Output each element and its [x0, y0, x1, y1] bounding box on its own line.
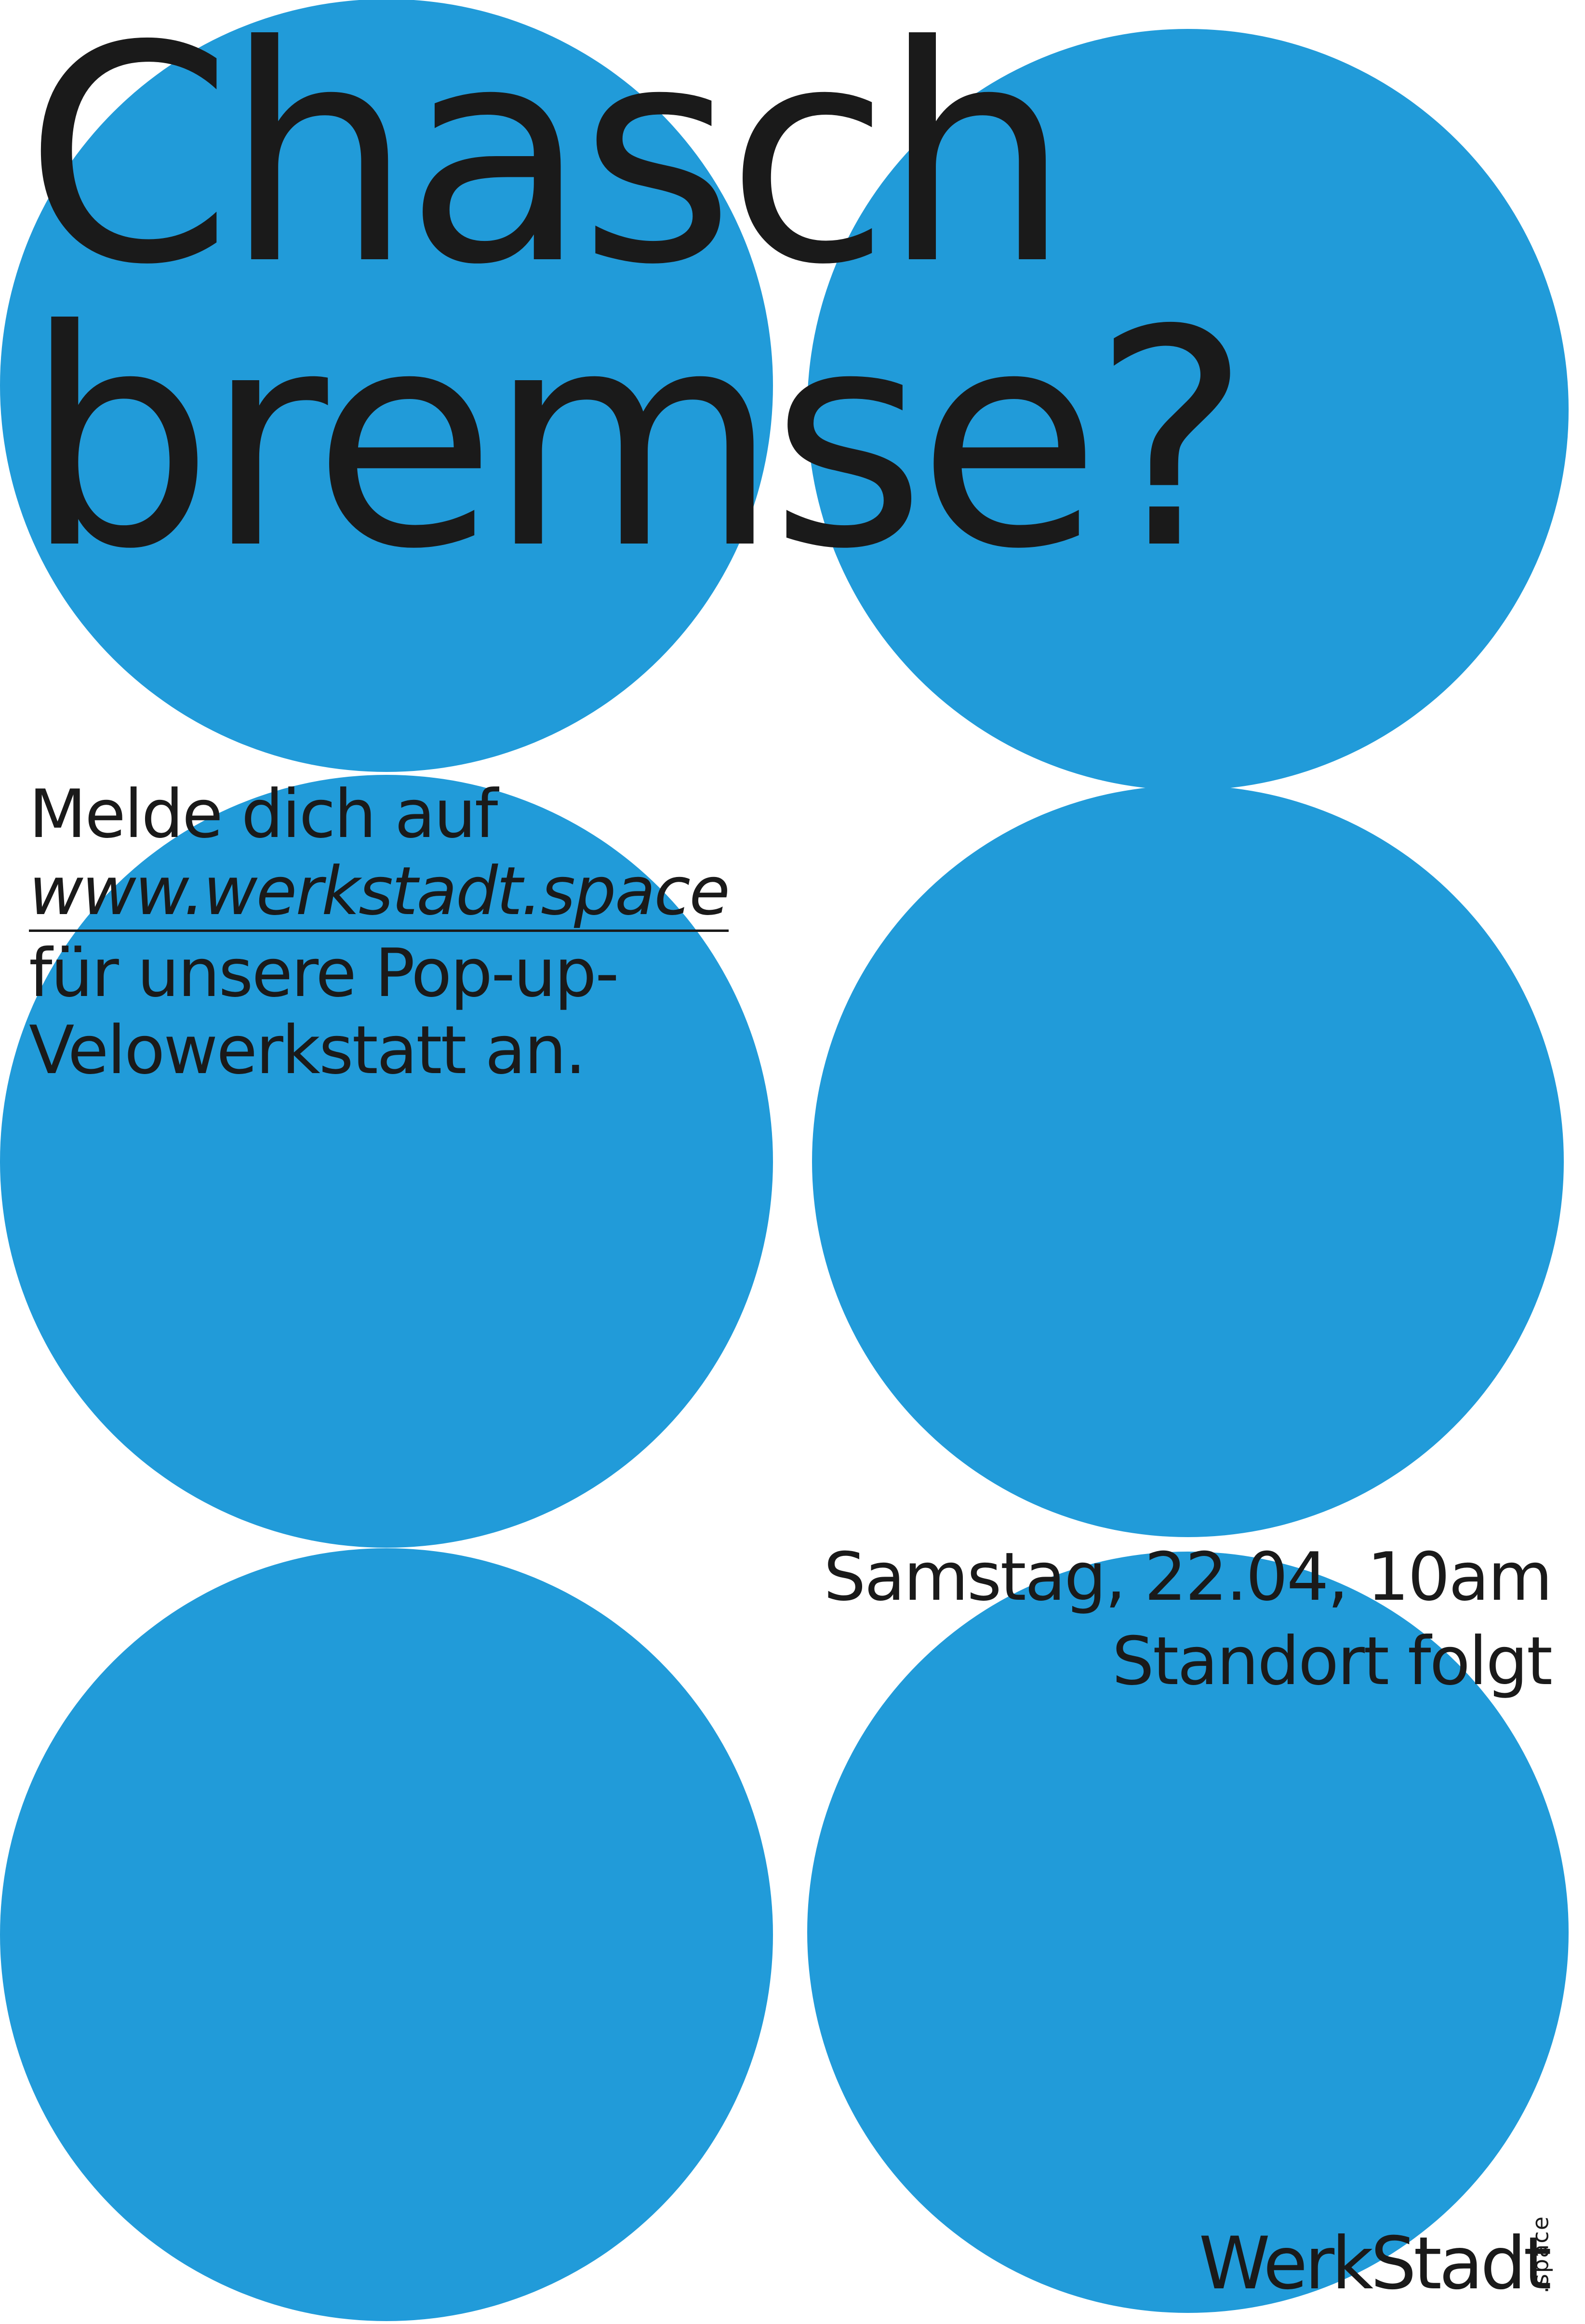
logo-wordmark: WerkStadt	[1199, 2222, 1552, 2306]
werkstadt-logo: .space WerkStadt	[1199, 2098, 1554, 2300]
event-location: Standort folgt	[1112, 1622, 1553, 1700]
circle-middle-right	[812, 785, 1564, 1537]
headline-line-2: bremse?	[24, 267, 1251, 614]
signup-line-1: Melde dich auf	[29, 775, 498, 853]
event-details: Samstag, 22.04, 10am Standort folgt	[824, 1535, 1553, 1703]
poster: Chasch bremse? Melde dich auf www.werkst…	[0, 0, 1585, 2324]
circle-bottom-left	[0, 1548, 773, 2321]
signup-line-4: Velowerkstatt an.	[29, 1011, 586, 1089]
headline-line-1: Chasch	[24, 0, 1071, 330]
signup-line-3: für unsere Pop-up-	[29, 934, 619, 1012]
event-date: Samstag, 22.04, 10am	[824, 1538, 1553, 1616]
signup-text: Melde dich auf www.werkstadt.space für u…	[29, 775, 730, 1089]
website-link[interactable]: www.werkstadt.space	[29, 855, 730, 932]
headline: Chasch bremse?	[24, 0, 1251, 614]
